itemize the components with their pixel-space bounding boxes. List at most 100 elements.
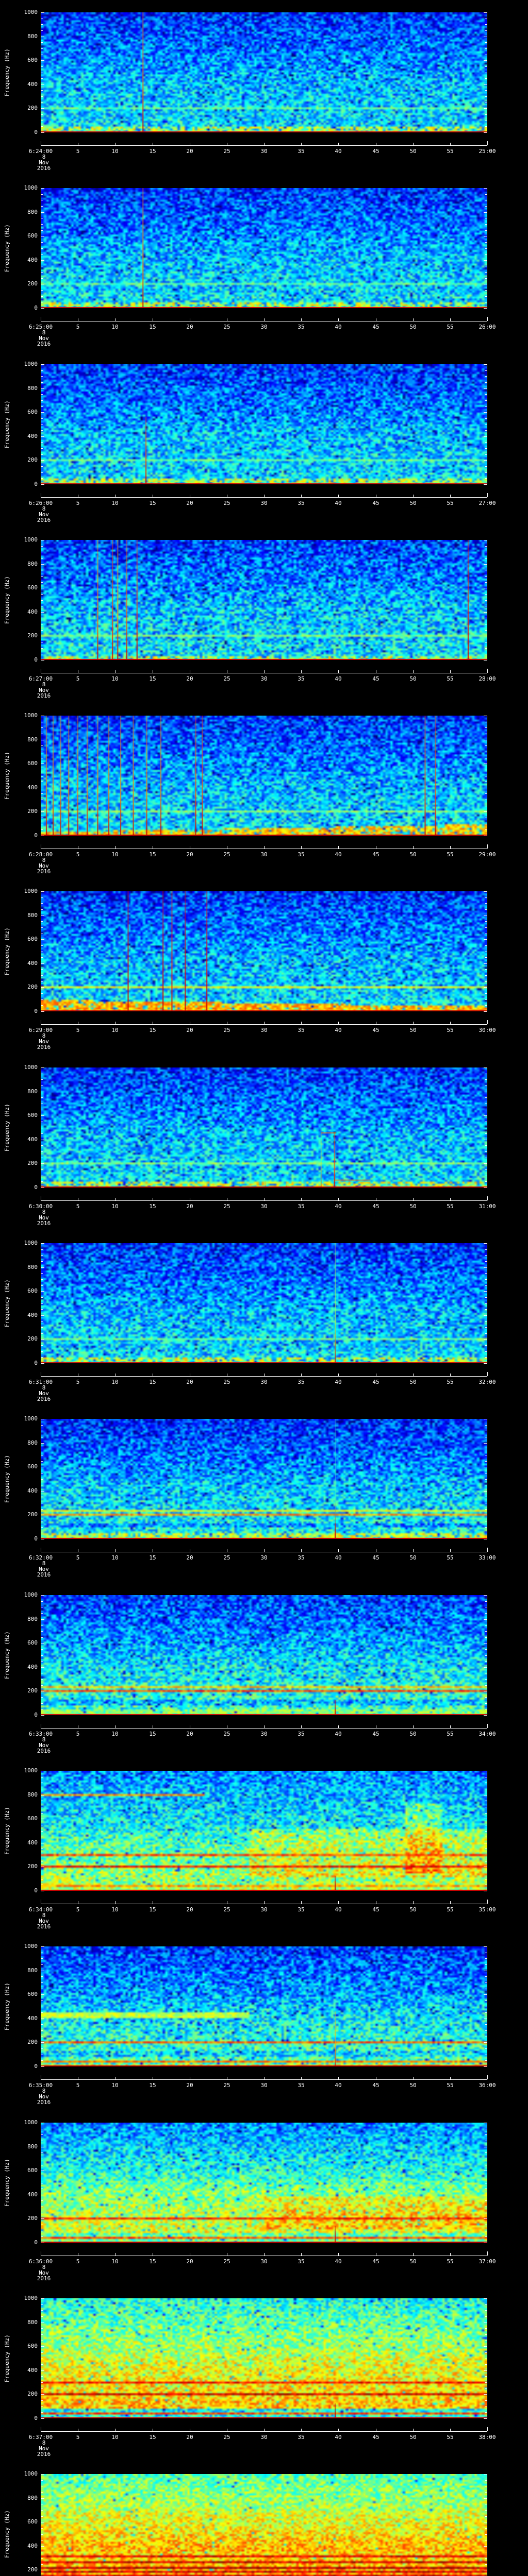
y-tick [41,981,43,982]
y-tick [41,1601,43,1602]
y-tick [41,2218,44,2219]
spectrogram-canvas [41,716,487,836]
y-tick [41,1679,43,1680]
spectrogram-panel-6:34:00: Frequency (Hz) 0 200 400 600 800 1000 6:34:00 5… [0,1758,528,1935]
x-tick [338,1374,339,1377]
x-tick-label: 10 [111,148,119,155]
x-tick [115,2252,116,2256]
x-tick [264,2428,265,2431]
y-tick-label: 200 [27,1687,38,1694]
y-tick [485,370,487,371]
y-tick [485,993,487,994]
y-tick [41,909,43,910]
y-tick [485,376,487,377]
x-axis-rule [41,1200,487,1201]
y-tick [485,2412,487,2413]
y-tick [41,1285,43,1286]
y-axis-title: Frequency (Hz) [4,2158,10,2207]
y-tick [485,2516,487,2517]
y-tick [41,927,43,928]
y-tick [485,1425,487,1426]
y-tick [41,1115,44,1116]
y-tick [484,2418,487,2419]
y-tick [485,382,487,383]
y-tick [41,2298,44,2299]
y-tick [41,2564,43,2565]
spectrogram-canvas [41,1419,487,1539]
x-tick [487,1548,488,1552]
x-tick-label: 30 [260,148,268,155]
y-tick-label: 400 [27,257,38,264]
spectrogram-panel-6:29:00: Frequency (Hz) 0 200 400 600 800 1000 6:29:00 5… [0,879,528,1055]
y-tick [41,975,43,976]
date-year: 2016 [37,2275,51,2282]
x-tick [338,1901,339,1904]
y-tick [485,648,487,649]
y-tick [484,1443,487,1444]
x-tick-label: 20 [186,851,193,858]
y-tick [41,308,44,309]
y-tick [41,564,44,565]
end-time-label: 28:00 [478,675,496,682]
y-tick-label: 0 [34,656,38,663]
y-tick [41,1151,43,1152]
y-tick-label: 0 [34,129,38,135]
y-tick [41,42,43,43]
y-tick-label: 400 [27,960,38,967]
y-tick [41,1303,43,1304]
x-tick-label: 35 [298,851,305,858]
x-tick-label: 30 [260,851,268,858]
x-tick-label: 35 [298,324,305,331]
y-tick [41,248,43,249]
y-tick [41,1267,44,1268]
spectrogram-panel-6:28:00: Frequency (Hz) 0 200 400 600 800 1000 6:28:00 5… [0,703,528,879]
x-tick [413,2428,414,2431]
y-axis-title: Frequency (Hz) [4,1982,10,2031]
x-tick-label: 35 [298,1554,305,1562]
x-tick [450,1022,451,1025]
y-tick [485,999,487,1001]
x-tick [413,143,414,145]
x-tick [450,1725,451,1728]
x-tick [450,1901,451,1904]
y-tick [484,2346,487,2347]
x-axis-rule [41,145,487,146]
x-tick-label: 15 [149,1202,156,1210]
y-tick [41,272,43,273]
y-tick-label: 200 [27,105,38,111]
y-tick [41,2510,43,2511]
x-tick-label: 35 [298,1730,305,1737]
y-tick [485,575,487,577]
y-tick [41,206,43,207]
y-tick [485,1357,487,1358]
spectrogram-canvas [41,1067,487,1188]
y-tick [41,2364,43,2365]
x-tick-label: 25 [223,499,230,506]
y-tick [41,96,43,97]
x-tick-label: 55 [447,499,454,506]
x-tick [264,1901,265,1904]
y-tick [41,1425,43,1426]
x-tick-label: 20 [186,1730,193,1737]
y-tick-label: 200 [27,1862,38,1870]
y-tick [41,829,43,831]
x-tick [301,2428,302,2431]
date-year: 2016 [37,692,51,699]
y-tick-label: 400 [27,608,38,615]
y-tick [41,296,43,297]
y-tick-label: 800 [27,2318,38,2326]
x-tick-label: 10 [111,1379,119,1386]
y-tick [485,2382,487,2383]
y-tick [485,1297,487,1298]
y-tick [485,230,487,231]
spectrogram-canvas [41,891,487,1012]
x-tick-label: 10 [111,1202,119,1210]
x-tick-label: 55 [447,324,454,331]
y-tick-label: 600 [27,232,38,240]
y-tick [485,78,487,79]
x-tick [450,846,451,849]
y-tick [485,957,487,958]
y-tick [41,2516,43,2517]
x-tick-label: 30 [260,1202,268,1210]
y-tick [485,2528,487,2529]
